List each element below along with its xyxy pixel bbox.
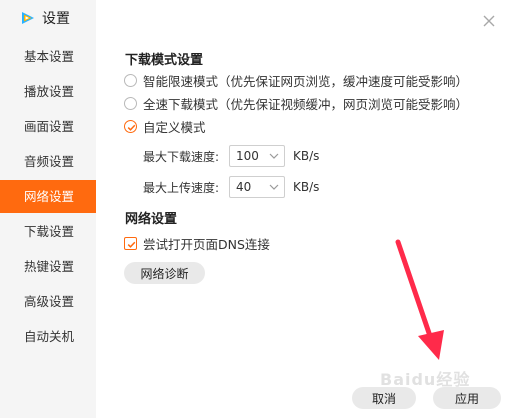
app-title-text: 设置 (42, 11, 70, 27)
sidebar-item-auto-shutdown[interactable]: 自动关机 (0, 320, 96, 353)
chevron-down-icon (269, 184, 279, 190)
network-diagnose-button[interactable]: 网络诊断 (124, 262, 205, 284)
radio-button[interactable] (124, 96, 137, 110)
close-icon[interactable] (482, 14, 496, 28)
check-icon (127, 124, 136, 131)
max-download-unit: KB/s (293, 149, 320, 163)
radio-button[interactable] (124, 73, 137, 87)
radio-button-checked[interactable] (124, 119, 137, 133)
checkbox-checked[interactable] (124, 236, 137, 250)
custom-mode-radio-option[interactable]: 自定义模式 (124, 117, 206, 135)
app-title: 设置 (20, 6, 70, 30)
dns-checkbox-label: 尝试打开页面DNS连接 (143, 236, 270, 252)
full-speed-label: 全速下载模式（优先保证视频缓冲，网页浏览可能受影响） (143, 96, 469, 112)
network-settings-title: 网络设置 (125, 212, 178, 227)
max-upload-row: 最大上传速度: 40 KB/s (143, 175, 319, 199)
max-upload-value: 40 (236, 180, 252, 194)
sidebar-item-network[interactable]: 网络设置 (0, 180, 96, 213)
custom-mode-label: 自定义模式 (143, 119, 206, 135)
sidebar-item-audio[interactable]: 音频设置 (0, 145, 96, 178)
apply-button[interactable]: 应用 (433, 387, 501, 409)
dns-checkbox-option[interactable]: 尝试打开页面DNS连接 (124, 234, 270, 252)
cancel-button[interactable]: 取消 (352, 387, 416, 409)
max-download-value: 100 (236, 149, 259, 163)
download-mode-title: 下载模式设置 (125, 53, 204, 68)
max-download-select[interactable]: 100 (229, 145, 285, 167)
sidebar-item-hotkeys[interactable]: 热键设置 (0, 250, 96, 283)
smart-limit-label: 智能限速模式（优先保证网页浏览，缓冲速度可能受影响） (143, 73, 469, 89)
chevron-down-icon (269, 153, 279, 159)
full-speed-radio-option[interactable]: 全速下载模式（优先保证视频缓冲，网页浏览可能受影响） (124, 94, 468, 112)
tencent-video-logo-icon (22, 12, 34, 24)
smart-limit-radio-option[interactable]: 智能限速模式（优先保证网页浏览，缓冲速度可能受影响） (124, 71, 468, 89)
max-upload-select[interactable]: 40 (229, 176, 285, 198)
max-upload-unit: KB/s (293, 180, 320, 194)
sidebar-item-download[interactable]: 下载设置 (0, 215, 96, 248)
max-upload-label: 最大上传速度: (143, 180, 220, 195)
annotation-arrow-icon (395, 239, 444, 360)
max-download-row: 最大下载速度: 100 KB/s (143, 144, 319, 168)
sidebar-item-playback[interactable]: 播放设置 (0, 75, 96, 108)
sidebar-item-basic[interactable]: 基本设置 (0, 40, 96, 73)
sidebar: 设置 基本设置 播放设置 画面设置 音频设置 网络设置 下载设置 热键设置 高级… (0, 0, 96, 418)
settings-window: 设置 基本设置 播放设置 画面设置 音频设置 网络设置 下载设置 热键设置 高级… (0, 0, 510, 418)
max-download-label: 最大下载速度: (143, 149, 220, 164)
sidebar-item-advanced[interactable]: 高级设置 (0, 285, 96, 318)
check-icon (127, 241, 136, 248)
sidebar-item-picture[interactable]: 画面设置 (0, 110, 96, 143)
